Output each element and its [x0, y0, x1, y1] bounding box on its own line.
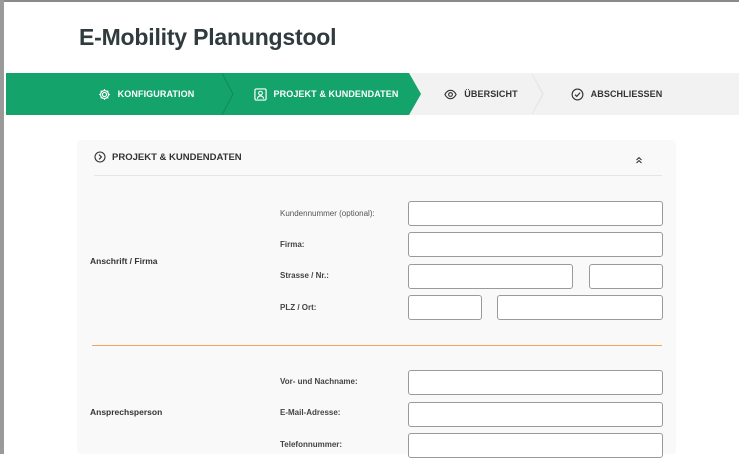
- label-customer-number: Kundennummer (optional):: [280, 209, 375, 218]
- full-name-input[interactable]: [408, 370, 663, 395]
- window-left-border: [0, 0, 4, 454]
- section-label-contact: Ansprechsperson: [90, 407, 163, 417]
- label-email: E-Mail-Adresse:: [280, 408, 341, 417]
- section-label-address: Anschrift / Firma: [90, 256, 158, 266]
- user-card-icon: [253, 87, 267, 101]
- arrow-circle-right-icon: [94, 151, 106, 163]
- street-input[interactable]: [408, 264, 573, 289]
- step-configuration[interactable]: KONFIGURATION: [66, 73, 226, 115]
- window-top-border: [0, 0, 739, 2]
- chevrons-up-icon[interactable]: [634, 152, 644, 164]
- step-label: ÜBERSICHT: [464, 89, 518, 99]
- card-title: PROJEKT & KUNDENDATEN: [94, 151, 242, 163]
- step-label: ABSCHLIESSEN: [590, 89, 663, 99]
- step-overview[interactable]: ÜBERSICHT: [426, 73, 536, 115]
- app-title: E-Mobility Planungstool: [79, 24, 337, 50]
- section-divider: [92, 345, 662, 346]
- label-city: PLZ / Ort:: [280, 303, 317, 312]
- step-label: KONFIGURATION: [117, 89, 195, 99]
- zip-input[interactable]: [408, 295, 482, 320]
- label-full-name: Vor- und Nachname:: [280, 377, 358, 386]
- card-title-text: PROJEKT & KUNDENDATEN: [112, 151, 242, 163]
- label-street: Strasse / Nr.:: [280, 271, 329, 280]
- gear-icon: [98, 88, 111, 101]
- project-customer-card: PROJEKT & KUNDENDATEN Anschrift / Firma …: [77, 140, 676, 458]
- house-number-input[interactable]: [589, 264, 663, 289]
- step-project-customer[interactable]: PROJEKT & KUNDENDATEN: [246, 73, 406, 115]
- step-label: PROJEKT & KUNDENDATEN: [273, 89, 399, 99]
- company-input[interactable]: [408, 232, 663, 257]
- step-finish[interactable]: ABSCHLIESSEN: [554, 73, 679, 115]
- wizard-stepper: KONFIGURATION PROJEKT & KUNDENDATEN ÜBER…: [6, 73, 739, 115]
- city-input[interactable]: [497, 295, 663, 320]
- check-circle-icon: [571, 88, 584, 101]
- customer-number-input[interactable]: [408, 201, 663, 226]
- label-company: Firma:: [280, 240, 305, 249]
- step-arrow-active: [409, 73, 421, 115]
- eye-icon: [444, 88, 457, 101]
- card-header[interactable]: PROJEKT & KUNDENDATEN: [94, 140, 662, 176]
- phone-input[interactable]: [408, 433, 663, 458]
- email-input[interactable]: [408, 402, 663, 427]
- label-phone: Telefonnummer:: [280, 440, 343, 449]
